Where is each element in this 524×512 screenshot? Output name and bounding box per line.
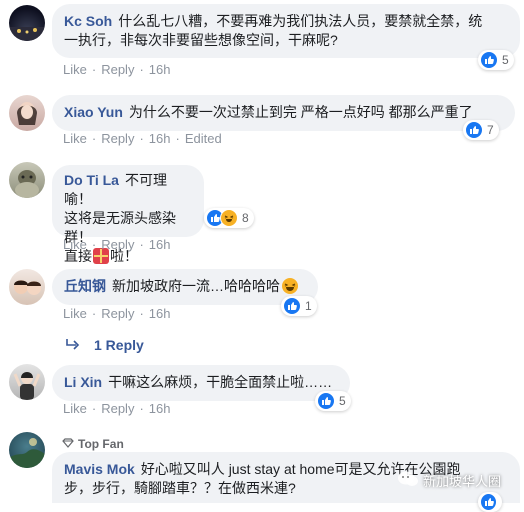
- comment-author[interactable]: Kc Soh: [64, 13, 112, 29]
- separator: ·: [139, 237, 144, 252]
- avatar[interactable]: [9, 269, 45, 305]
- avatar[interactable]: [9, 5, 45, 41]
- like-icon: [317, 392, 335, 410]
- comment-author[interactable]: Xiao Yun: [64, 104, 123, 120]
- like-icon: [283, 297, 301, 315]
- reaction-summary[interactable]: 5: [478, 50, 514, 70]
- comment-bubble: Do Ti La 不可理喻！ 这将是无源头感染群！ 直接 啦！: [52, 165, 204, 264]
- like-button[interactable]: Like: [63, 131, 87, 146]
- reply-button[interactable]: Reply: [101, 401, 134, 416]
- reply-arrow-icon: [66, 337, 80, 353]
- reaction-summary[interactable]: 7: [463, 120, 499, 140]
- comment-author[interactable]: Do Ti La: [64, 172, 119, 188]
- reply-count-label[interactable]: 1 Reply: [94, 337, 144, 353]
- comment-bubble: Xiao Yun 为什么不要一次过禁止到完 严格一点好吗 都那么严重了: [52, 95, 515, 131]
- avatar[interactable]: [9, 162, 45, 198]
- reaction-summary[interactable]: 1: [281, 296, 317, 316]
- reply-button[interactable]: Reply: [101, 131, 134, 146]
- avatar[interactable]: [9, 364, 45, 400]
- comment-bubble: Kc Soh 什么乱七八糟，不要再难为我们执法人员，要禁就全禁，统 一执行，非每次…: [52, 4, 520, 58]
- reply-button[interactable]: Reply: [101, 306, 134, 321]
- separator: ·: [139, 131, 144, 146]
- comment-actions: Like · Reply · 16h: [63, 237, 171, 252]
- like-button[interactable]: Like: [63, 401, 87, 416]
- comment-actions: Like · Reply · 16h: [63, 401, 171, 416]
- timestamp[interactable]: 16h: [149, 62, 171, 77]
- reply-button[interactable]: Reply: [101, 62, 134, 77]
- reaction-count: 1: [305, 299, 312, 313]
- watermark-text: 新加坡华人圈: [423, 474, 502, 489]
- reaction-summary[interactable]: [478, 492, 502, 512]
- separator: ·: [91, 401, 97, 416]
- comment-actions: Like · Reply · 16h · Edited: [63, 131, 222, 146]
- separator: ·: [139, 306, 144, 321]
- like-icon: [480, 51, 498, 69]
- separator: ·: [91, 306, 97, 321]
- diamond-icon: [62, 437, 74, 451]
- like-button[interactable]: Like: [63, 306, 87, 321]
- like-button[interactable]: Like: [63, 237, 87, 252]
- view-replies-link[interactable]: 1 Reply: [66, 337, 144, 353]
- reaction-count: 5: [502, 53, 509, 67]
- timestamp[interactable]: 16h: [149, 131, 171, 146]
- reaction-count: 8: [242, 211, 249, 225]
- haha-icon: [220, 209, 238, 227]
- separator: ·: [91, 131, 97, 146]
- comment-text: 干嘛这么麻烦，干脆全面禁止啦……: [108, 374, 333, 390]
- reaction-summary[interactable]: 8: [204, 208, 254, 228]
- avatar[interactable]: [9, 432, 45, 468]
- comment-author[interactable]: Mavis Mok: [64, 461, 135, 477]
- top-fan-badge[interactable]: Top Fan: [62, 437, 124, 451]
- reaction-count: 5: [339, 394, 346, 408]
- comment-actions: Like · Reply · 16h: [63, 306, 171, 321]
- comment-author[interactable]: 丘知钢: [64, 278, 106, 294]
- comment-bubble: Li Xin 干嘛这么麻烦，干脆全面禁止啦……: [52, 365, 350, 401]
- separator: ·: [91, 237, 97, 252]
- timestamp[interactable]: 16h: [149, 237, 171, 252]
- comment-bubble: 丘知钢 新加坡政府一流…哈哈哈哈: [52, 269, 318, 305]
- like-icon: [465, 121, 483, 139]
- comment-text: 一执行，非每次非要留些想像空间，干麻呢?: [64, 32, 338, 48]
- reply-button[interactable]: Reply: [101, 237, 134, 252]
- avatar[interactable]: [9, 95, 45, 131]
- laughing-emoji-icon: [282, 278, 298, 294]
- watermark: 新加坡华人圈: [397, 470, 501, 491]
- timestamp[interactable]: 16h: [149, 306, 171, 321]
- like-button[interactable]: Like: [63, 62, 87, 77]
- comment-author[interactable]: Li Xin: [64, 374, 102, 390]
- like-icon: [480, 493, 497, 511]
- wechat-logo-icon: [397, 470, 419, 491]
- separator: ·: [91, 62, 97, 77]
- reaction-count: 7: [487, 123, 494, 137]
- comment-text: 什么乱七八糟，不要再难为我们执法人员，要禁就全禁，统: [118, 13, 483, 29]
- separator: ·: [175, 131, 180, 146]
- comment-text: 新加坡政府一流…哈哈哈哈: [112, 278, 280, 294]
- edited-label[interactable]: Edited: [185, 131, 222, 146]
- timestamp[interactable]: 16h: [149, 401, 171, 416]
- comment-actions: Like · Reply · 16h: [63, 62, 171, 77]
- comment-text: 为什么不要一次过禁止到完 严格一点好吗 都那么严重了: [128, 104, 473, 120]
- separator: ·: [139, 62, 144, 77]
- reaction-summary[interactable]: 5: [315, 391, 351, 411]
- badge-label: Top Fan: [78, 437, 124, 451]
- separator: ·: [139, 401, 144, 416]
